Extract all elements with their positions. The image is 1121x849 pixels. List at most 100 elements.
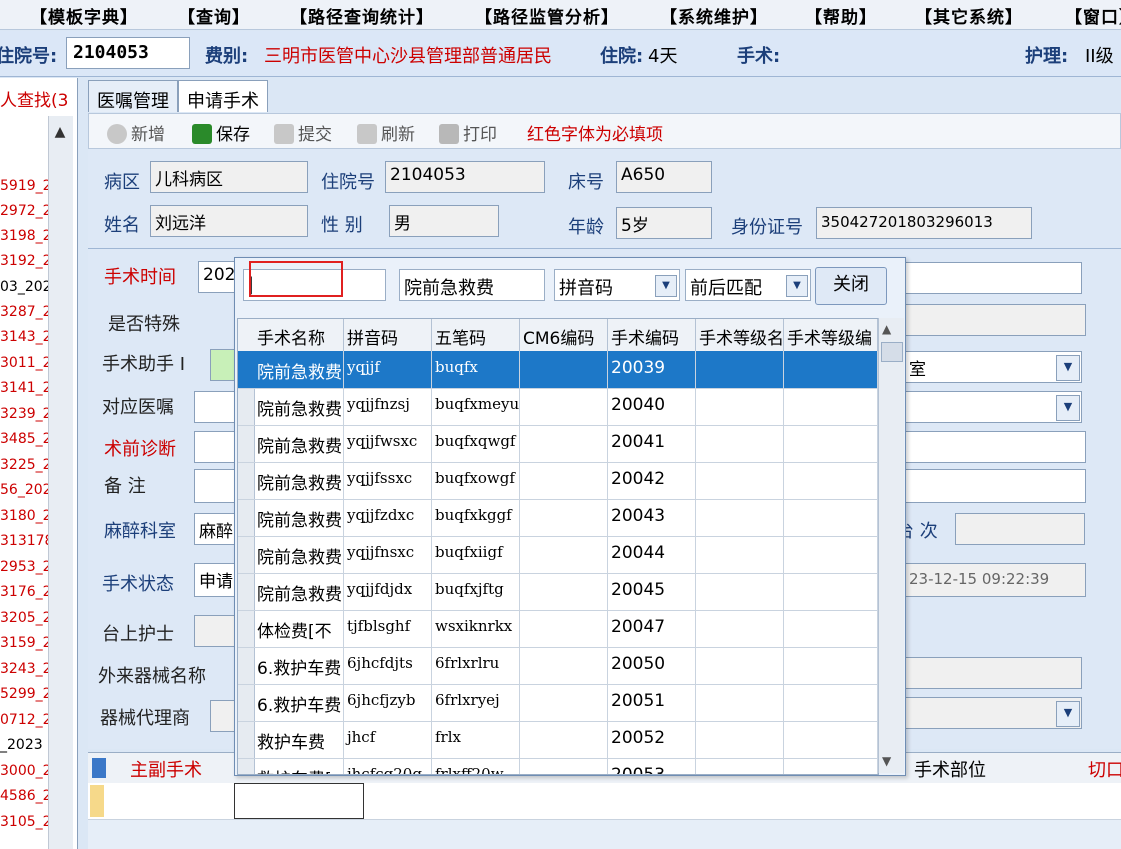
scroll-up-icon[interactable]: ▲ [50, 124, 70, 146]
order-field[interactable] [194, 391, 238, 423]
patient-list-item[interactable]: 313178 [0, 533, 48, 549]
col-main-sub-surgery[interactable]: 主副手术 [130, 756, 202, 782]
patient-list-item[interactable]: 5919_2 [0, 178, 48, 194]
surgery-time-end-field[interactable] [904, 262, 1082, 294]
col-surgery-site[interactable]: 手术部位 [914, 756, 986, 782]
preop-extra-field[interactable] [904, 431, 1086, 463]
device-agent-dropdown-icon[interactable]: ▼ [1056, 701, 1080, 727]
patient-list-item[interactable]: 0712_2 [0, 712, 48, 728]
menu-system-maintenance[interactable]: 【系统维护】 [660, 3, 768, 28]
patient-list-item[interactable]: 56_202 [0, 482, 48, 498]
menu-other-systems[interactable]: 【其它系统】 [915, 3, 1023, 28]
admission-field[interactable]: 2104053 [385, 161, 545, 193]
match-field-select[interactable]: 拼音码 ▼ [554, 269, 680, 301]
scroll-thumb[interactable] [881, 342, 903, 362]
anesthesia-dept-field[interactable]: 麻醉 [194, 513, 238, 545]
patient-list-item[interactable]: 5299_2 [0, 686, 48, 702]
patient-list-item[interactable]: 3287_2 [0, 304, 48, 320]
column-header[interactable]: 手术名称 [254, 319, 344, 351]
table-row[interactable]: 院前急救费 yqjjfnzsj buqfxmeyu 20040 [238, 388, 878, 426]
patient-list-item[interactable]: 4586_2 [0, 788, 48, 804]
patient-list-item[interactable]: _2023 [0, 737, 48, 753]
col-incision[interactable]: 切口 [1088, 756, 1121, 782]
bed-field[interactable]: A650 [616, 161, 712, 193]
gender-field[interactable]: 男 [389, 205, 499, 237]
column-header[interactable]: CM6编码 [520, 319, 608, 351]
table-row[interactable]: 院前急救费 yqjjfwsxc buqfxqwgf 20041 [238, 425, 878, 463]
preop-diagnosis-field[interactable] [194, 431, 238, 463]
patient-list-item[interactable]: 3192_2 [0, 253, 48, 269]
patient-list-item[interactable]: 03_202 [0, 279, 48, 295]
patient-list-item[interactable]: 3243_2 [0, 661, 48, 677]
external-device-field[interactable] [904, 657, 1082, 689]
print-button[interactable]: 打印 [439, 120, 497, 145]
column-header[interactable]: 五笔码 [432, 319, 520, 351]
save-button[interactable]: 保存 [192, 120, 250, 145]
menu-template-dict[interactable]: 【模板字典】 [30, 3, 138, 28]
menu-help[interactable]: 【帮助】 [805, 3, 877, 28]
menu-query[interactable]: 【查询】 [178, 3, 250, 28]
patient-search-label[interactable]: 人查找(3 [0, 86, 68, 111]
patient-list-item[interactable]: 3143_2 [0, 329, 48, 345]
tab-surgery-request[interactable]: 申请手术 [178, 80, 268, 112]
table-row[interactable]: 院前急救费 yqjjfnsxc buqfxiigf 20044 [238, 536, 878, 574]
column-header[interactable]: 手术等级名 [696, 319, 784, 351]
table-row[interactable]: 院前急救费 yqjjfzdxc buqfxkggf 20043 [238, 499, 878, 537]
tab-orders[interactable]: 医嘱管理 [88, 80, 178, 112]
remark-field[interactable] [194, 469, 238, 503]
menu-path-query-stats[interactable]: 【路径查询统计】 [290, 3, 434, 28]
table-row[interactable]: 救护车费[jhcfcg20gfrlxff20w 20053 [238, 758, 878, 774]
status-field[interactable]: 申请 [194, 563, 238, 597]
age-field[interactable]: 5岁 [616, 207, 712, 239]
patient-list-item[interactable]: 3159_2 [0, 635, 48, 651]
match-mode-select[interactable]: 前后匹配 ▼ [685, 269, 811, 301]
nurse-field[interactable] [194, 615, 238, 647]
submit-button[interactable]: 提交 [274, 120, 332, 145]
table-row[interactable]: 6.救护车费 6jhcfjzyb 6frlxryej 20051 [238, 684, 878, 722]
patient-list-item[interactable]: 3485_2 [0, 431, 48, 447]
table-row[interactable]: 6.救护车费 6jhcfdjts 6frlxrlru 20050 [238, 647, 878, 685]
patient-list-item[interactable]: 3176_2 [0, 584, 48, 600]
column-header[interactable]: 拼音码 [344, 319, 432, 351]
patient-list-item[interactable]: 2953_2 [0, 559, 48, 575]
scroll-up-icon[interactable]: ▲ [882, 322, 891, 336]
patient-list-item[interactable]: 3239_2 [0, 406, 48, 422]
sequence-field[interactable] [955, 513, 1085, 545]
column-header[interactable]: 手术编码 [608, 319, 696, 351]
table-row[interactable]: 院前急救费 yqjjfssxc buqfxowgf 20042 [238, 462, 878, 500]
table-row[interactable]: 院前急救费 yqjjfdjdx buqfxjftg 20045 [238, 573, 878, 611]
surgery-time-field[interactable]: 202 [198, 261, 238, 293]
patient-list-item[interactable]: 3105_2 [0, 814, 48, 830]
special-extra-field[interactable] [904, 304, 1086, 336]
name-field[interactable]: 刘远洋 [150, 205, 308, 237]
column-header[interactable]: 手术等级编 [784, 319, 878, 351]
chevron-down-icon[interactable]: ▼ [786, 275, 808, 297]
grid-edit-cell[interactable] [234, 783, 364, 819]
refresh-button[interactable]: 刷新 [357, 120, 415, 145]
new-button[interactable]: 新增 [107, 120, 165, 145]
chevron-down-icon[interactable]: ▼ [655, 275, 677, 297]
table-row-selected[interactable]: 院前急救费 yqjjf buqfx 20039 [238, 351, 878, 389]
order-dropdown-icon[interactable]: ▼ [1056, 395, 1080, 421]
scroll-down-icon[interactable]: ▼ [882, 754, 891, 768]
patient-list-item[interactable]: 2972_2 [0, 203, 48, 219]
table-row[interactable]: 救护车费 jhcf frlx 20052 [238, 721, 878, 759]
ward-field[interactable]: 儿科病区 [150, 161, 308, 193]
remark-extra-field[interactable] [904, 469, 1086, 503]
menu-path-supervision[interactable]: 【路径监管分析】 [475, 3, 619, 28]
patient-list-item[interactable]: 3141_2 [0, 380, 48, 396]
popup-scrollbar[interactable]: ▲ ▼ [878, 318, 904, 773]
close-button[interactable]: 关闭 [815, 267, 887, 305]
table-row[interactable]: 体检费[不 tjfblsghf wsxiknrkx 20047 [238, 610, 878, 648]
patient-list-item[interactable]: 3011_2 [0, 355, 48, 371]
patient-list-item[interactable]: 3205_2 [0, 610, 48, 626]
patient-list-item[interactable]: 3000_2 [0, 763, 48, 779]
patient-list-scrollbar[interactable] [48, 116, 73, 849]
popup-keyword-input[interactable]: 院前急救费 [399, 269, 545, 301]
patient-list-item[interactable]: 3225_2 [0, 457, 48, 473]
menu-window[interactable]: 【窗口】 [1065, 3, 1121, 28]
room-dropdown-icon[interactable]: ▼ [1056, 355, 1080, 381]
patient-list-item[interactable]: 3180_2 [0, 508, 48, 524]
id-field[interactable]: 350427201803296013 [816, 207, 1032, 239]
patient-list-item[interactable]: 3198_2 [0, 228, 48, 244]
